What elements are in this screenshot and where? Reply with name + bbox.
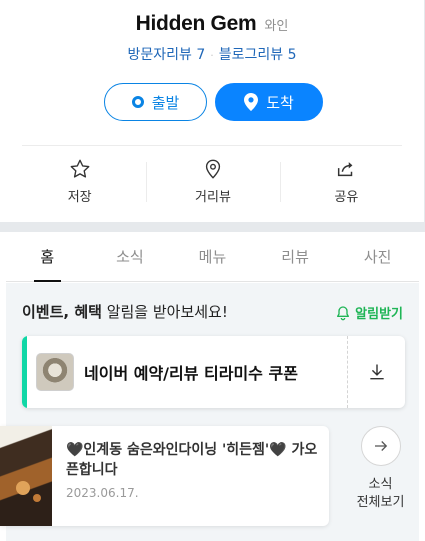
more-news-button[interactable]: 소식 전체보기: [342, 426, 419, 512]
blog-review-link[interactable]: 블로그리뷰 5: [219, 47, 297, 63]
more-news-line1: 소식: [368, 477, 393, 492]
arrive-label: 도착: [266, 93, 294, 112]
home-content: 이벤트, 혜택 알림을 받아보세요! 알림받기 네이버 예약/리뷰 티라미수 쿠…: [0, 283, 419, 541]
depart-label: 출발: [151, 93, 180, 112]
place-name: Hidden Gem: [135, 12, 257, 35]
map-pin-icon: [205, 159, 221, 179]
separator-dot: ·: [210, 49, 214, 62]
event-notice: 이벤트, 혜택 알림을 받아보세요!: [22, 301, 228, 322]
star-icon: [70, 159, 90, 178]
blog-review-label: 블로그리뷰: [218, 47, 284, 63]
visitor-review-label: 방문자리뷰: [127, 47, 192, 63]
save-button[interactable]: 저장: [13, 146, 146, 216]
arrow-right-circle: [360, 426, 401, 466]
tab-photos[interactable]: 사진: [336, 232, 419, 281]
street-view-button[interactable]: 거리뷰: [146, 146, 279, 216]
notice-text: 알림을 받아보세요!: [101, 303, 228, 321]
more-news-line2: 전체보기: [356, 495, 405, 510]
review-links: 방문자리뷰 7 · 블로그리뷰 5: [0, 44, 424, 64]
share-button[interactable]: 공유: [279, 146, 413, 216]
save-label: 저장: [67, 190, 92, 205]
blog-review-count: 5: [287, 47, 297, 63]
coupon-title: 네이버 예약/리뷰 티라미수 쿠폰: [84, 364, 298, 383]
visitor-review-count: 7: [196, 47, 206, 63]
coupon-accent-bar: [22, 336, 27, 408]
tab-menu[interactable]: 메뉴: [171, 232, 254, 281]
more-news-label: 소식 전체보기: [342, 476, 419, 512]
alarm-button[interactable]: 알림받기: [335, 303, 403, 322]
alarm-label: 알림받기: [355, 307, 403, 322]
street-view-label: 거리뷰: [195, 190, 231, 205]
tab-reviews[interactable]: 리뷰: [254, 232, 337, 281]
notice-highlight: 이벤트, 혜택: [22, 303, 102, 321]
download-icon: [369, 364, 384, 380]
share-label: 공유: [334, 190, 359, 205]
section-divider: [0, 222, 425, 232]
place-category: 와인: [264, 19, 289, 34]
news-title: 🖤인계동 숨은와인다이닝 '히든젬'🖤 가오픈합니다: [66, 442, 318, 478]
coupon-card[interactable]: 네이버 예약/리뷰 티라미수 쿠폰: [22, 336, 405, 408]
visitor-review-link[interactable]: 방문자리뷰 7: [127, 47, 205, 63]
coupon-thumbnail: [36, 353, 74, 391]
news-body: 🖤인계동 숨은와인다이닝 '히든젬'🖤 가오픈합니다 2023.06.17.: [52, 426, 329, 526]
news-card[interactable]: 🖤인계동 숨은와인다이닝 '히든젬'🖤 가오픈합니다 2023.06.17.: [0, 426, 329, 526]
depart-circle-icon: [131, 96, 144, 108]
action-bar: 저장 거리뷰 공유: [13, 146, 413, 216]
place-header: Hidden Gem 와인 방문자리뷰 7 · 블로그리뷰 5 출발 도착 저장 거…: [0, 0, 425, 222]
location-pin-icon: [244, 93, 259, 111]
news-date: 2023.06.17.: [66, 486, 139, 500]
coupon-download-button[interactable]: [347, 336, 405, 408]
arrive-button[interactable]: 도착: [215, 83, 323, 121]
depart-button[interactable]: 출발: [104, 83, 207, 121]
tab-news[interactable]: 소식: [89, 232, 172, 281]
title-row: Hidden Gem 와인: [0, 12, 424, 36]
news-thumbnail: [0, 426, 52, 526]
tab-home[interactable]: 홈: [6, 232, 89, 282]
bell-icon: [337, 305, 350, 320]
arrow-right-icon: [374, 441, 387, 451]
tab-bar: 홈 소식 메뉴 리뷰 사진: [6, 232, 419, 282]
share-icon: [338, 162, 353, 177]
